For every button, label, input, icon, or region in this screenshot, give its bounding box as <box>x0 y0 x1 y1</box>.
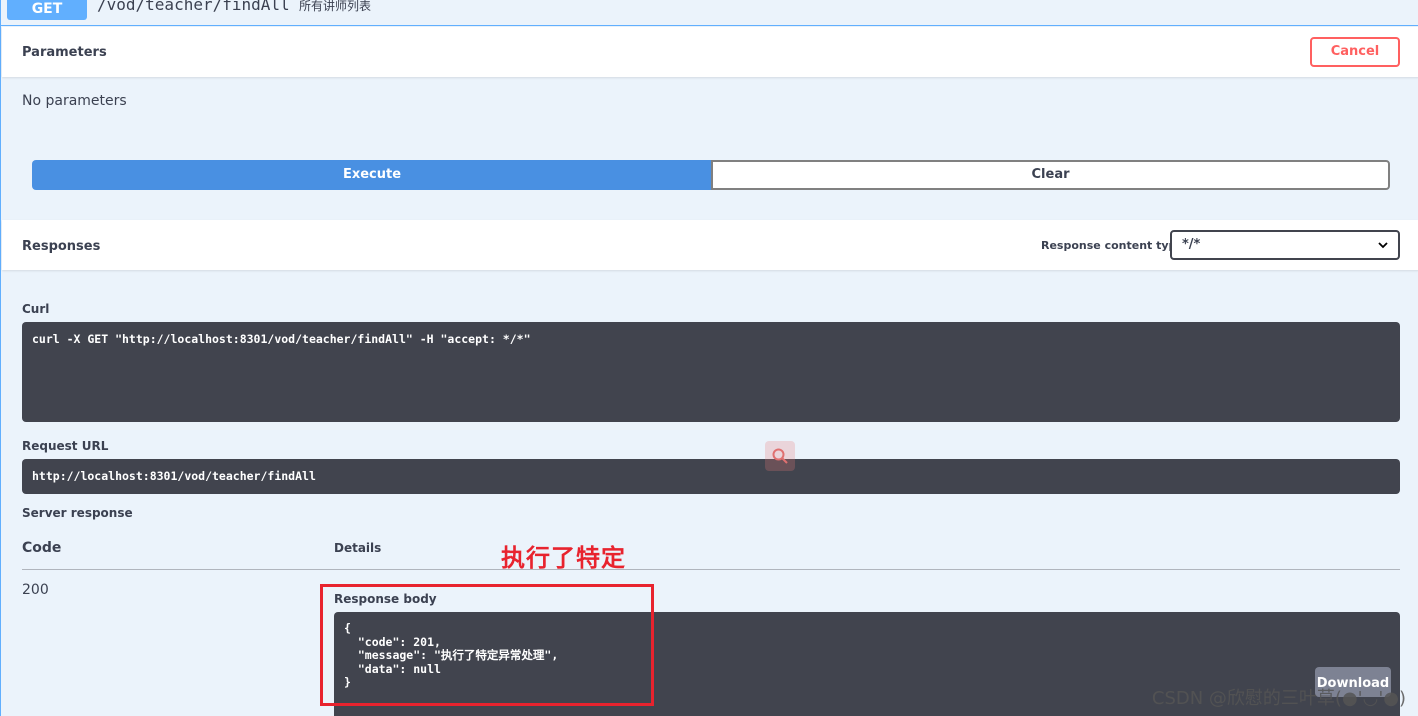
endpoint-path: /vod/teacher/findAll <box>97 0 290 14</box>
http-method-badge: GET <box>7 0 87 20</box>
details-column-header: Details <box>334 541 382 555</box>
request-url-label: Request URL <box>22 439 109 453</box>
annotation-text: 执行了特定 <box>501 544 626 572</box>
operation-panel: GET /vod/teacher/findAll 所有讲师列表 Paramete… <box>0 0 1418 716</box>
cancel-button[interactable]: Cancel <box>1310 37 1400 67</box>
response-content-type-select[interactable]: */* <box>1170 230 1400 260</box>
response-content-type-value: */* <box>1182 237 1201 252</box>
response-status-code: 200 <box>22 582 49 598</box>
curl-command-box[interactable]: curl -X GET "http://localhost:8301/vod/t… <box>22 322 1400 422</box>
operation-summary-bar[interactable]: GET /vod/teacher/findAll 所有讲师列表 <box>1 0 1418 26</box>
parameters-header: Parameters Cancel <box>2 27 1418 77</box>
parameters-title: Parameters <box>22 45 107 60</box>
search-overlay-icon <box>765 441 795 471</box>
annotation-highlight-box <box>320 584 654 706</box>
execute-button[interactable]: Execute <box>32 160 712 190</box>
response-content-type-label: Response content type <box>1041 239 1184 252</box>
server-response-label: Server response <box>22 506 133 520</box>
endpoint-summary: 所有讲师列表 <box>299 0 372 13</box>
responses-title: Responses <box>22 239 101 254</box>
table-divider <box>22 569 1400 570</box>
request-url-box[interactable]: http://localhost:8301/vod/teacher/findAl… <box>22 459 1400 494</box>
code-column-header: Code <box>22 540 62 556</box>
curl-label: Curl <box>22 302 50 316</box>
watermark: CSDN @欣慰的三叶草(●'◡'●) <box>1151 688 1406 709</box>
chevron-down-icon <box>1378 242 1388 249</box>
no-parameters-text: No parameters <box>22 93 127 109</box>
clear-button[interactable]: Clear <box>711 160 1390 190</box>
